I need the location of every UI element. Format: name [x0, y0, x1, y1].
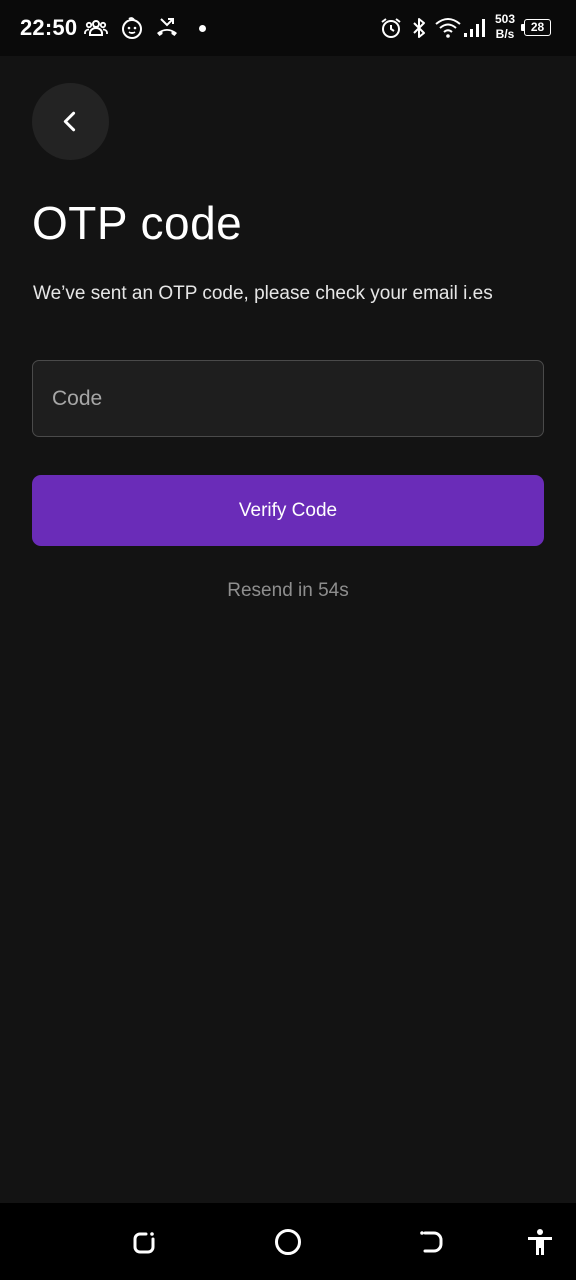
page-title: OTP code	[32, 197, 243, 249]
signal-icon	[464, 19, 485, 37]
code-input[interactable]	[32, 360, 544, 437]
verify-code-button[interactable]: Verify Code	[32, 475, 544, 546]
back-button[interactable]	[32, 83, 109, 160]
status-bar: 22:50 503 B/s 28	[0, 0, 576, 56]
chevron-left-icon	[63, 111, 76, 132]
otp-screen: 22:50 503 B/s 28 OTP code We’ve sent an …	[0, 0, 576, 1280]
notification-dot	[199, 25, 206, 32]
people-icon	[84, 20, 108, 36]
alarm-icon	[381, 18, 401, 38]
network-speed-value: 503	[494, 12, 516, 26]
page-subtitle: We’ve sent an OTP code, please check you…	[33, 283, 493, 304]
accessibility-icon[interactable]	[525, 1227, 555, 1257]
back-icon[interactable]	[417, 1227, 447, 1257]
bluetooth-icon	[413, 18, 425, 38]
wifi-icon	[435, 18, 461, 38]
resend-countdown: Resend in 54s	[227, 580, 349, 601]
system-nav-bar	[0, 1203, 576, 1280]
network-speed-unit: B/s	[495, 27, 515, 41]
recent-apps-icon[interactable]	[129, 1227, 159, 1257]
battery-icon: 28	[521, 19, 555, 38]
home-icon[interactable]	[273, 1227, 303, 1257]
missed-call-icon	[157, 18, 177, 36]
baby-face-icon	[122, 17, 142, 39]
battery-level: 28	[530, 20, 545, 34]
network-speed: 503 B/s	[491, 12, 519, 42]
status-time: 22:50	[20, 15, 78, 40]
